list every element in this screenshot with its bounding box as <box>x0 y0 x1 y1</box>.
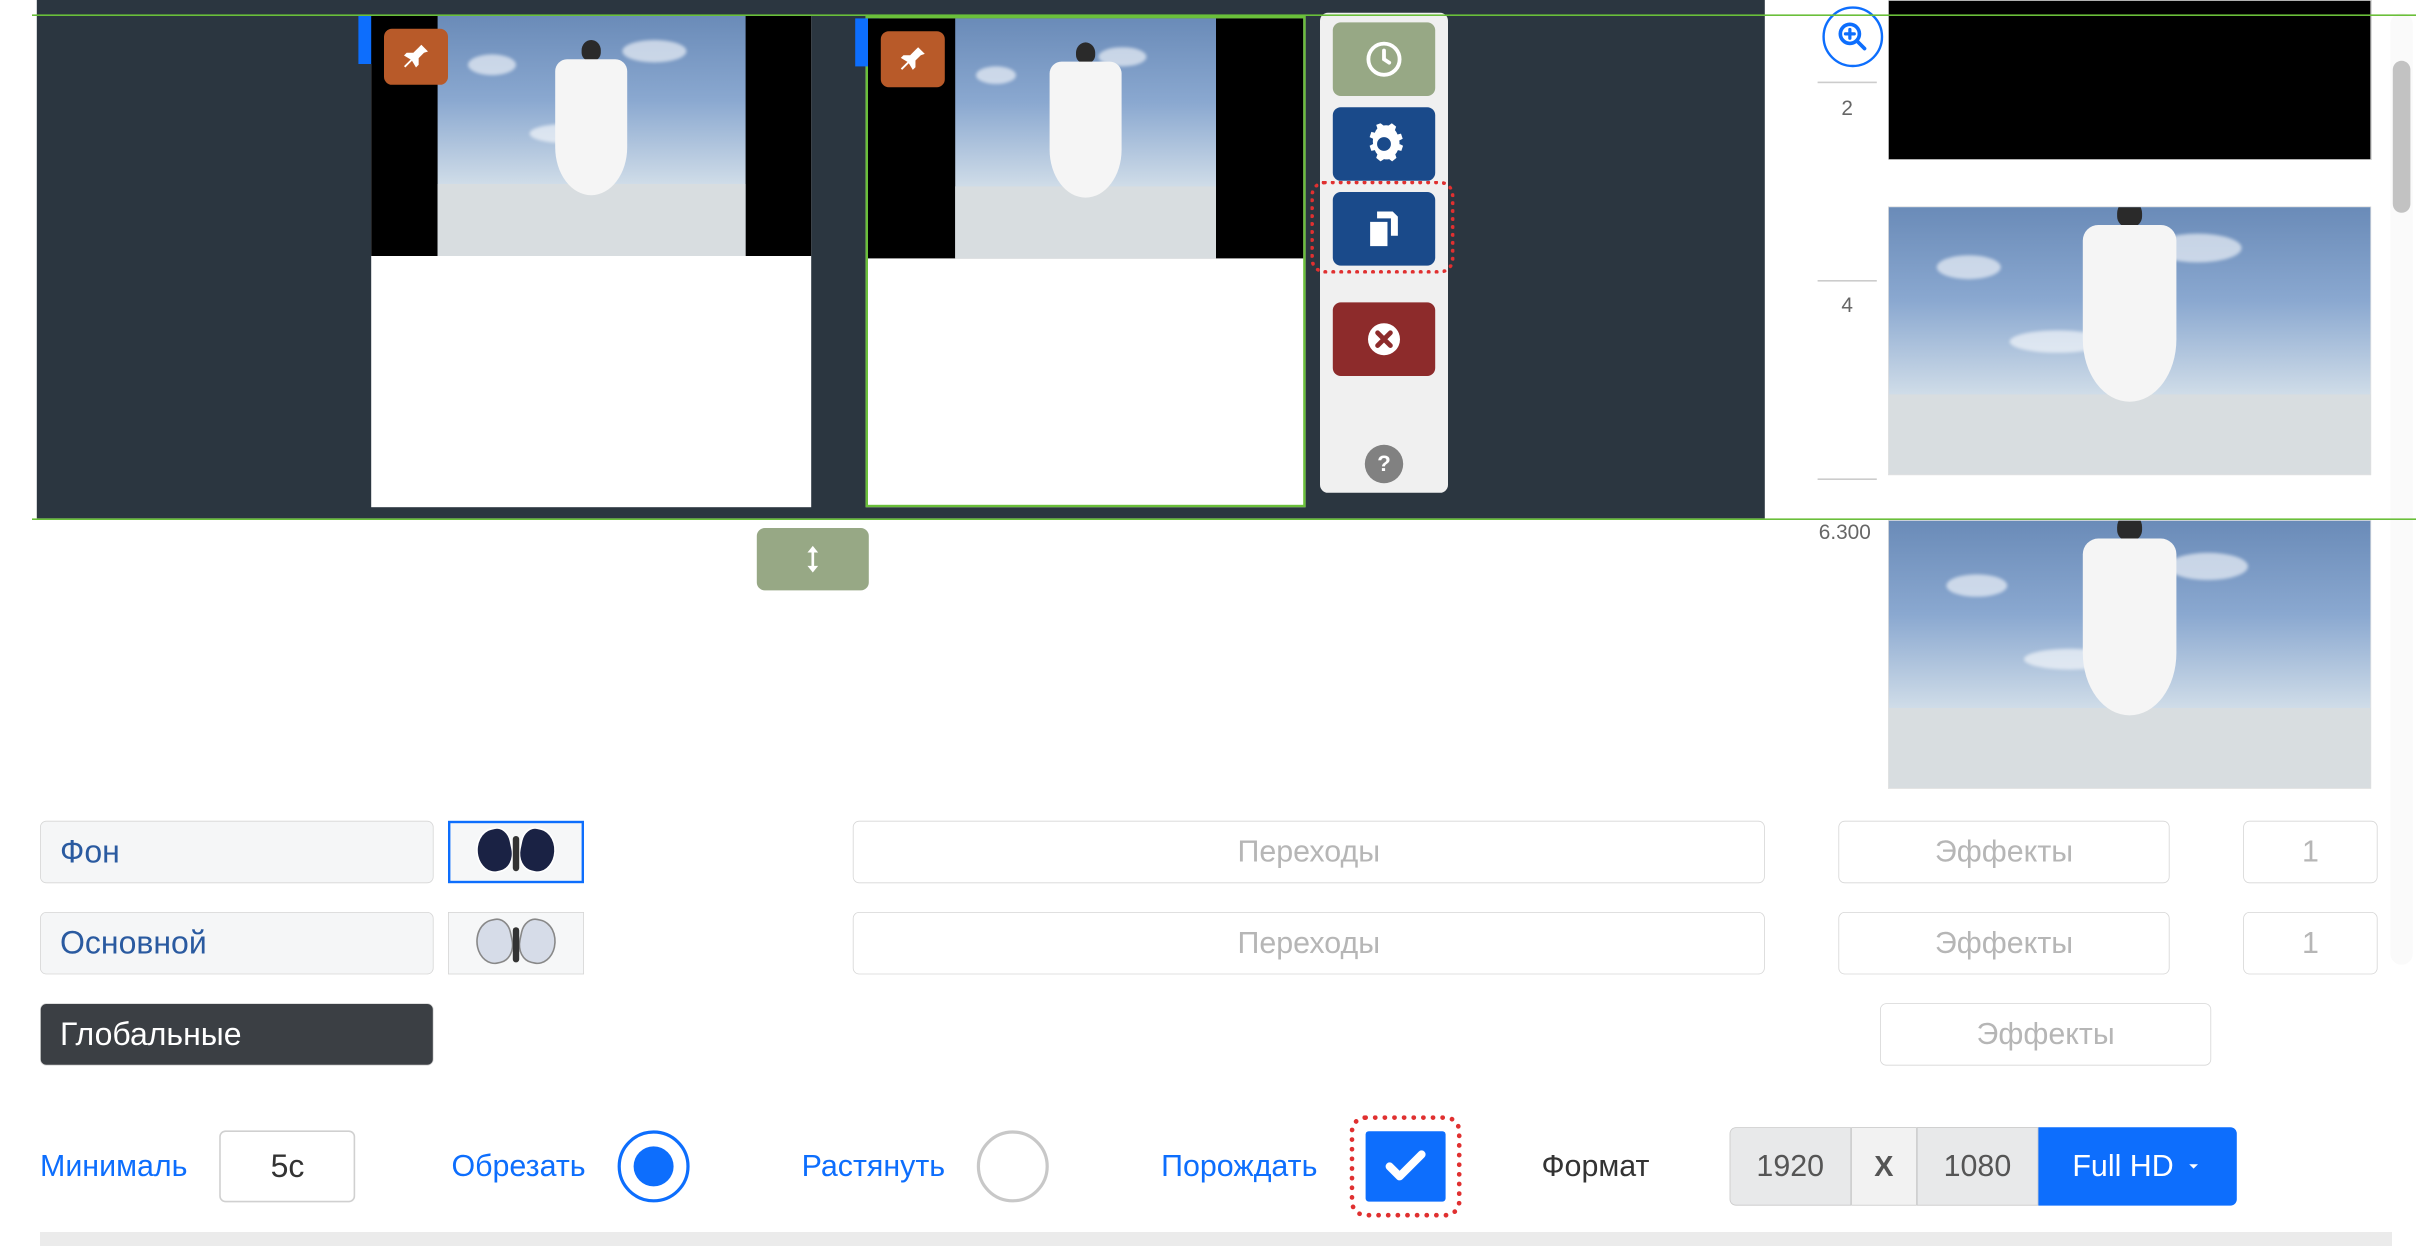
transitions-button-main[interactable]: Переходы <box>853 912 1765 974</box>
timeline-clip-1[interactable] <box>371 16 811 507</box>
track-resize-handle[interactable] <box>757 528 869 590</box>
selection-guide-bottom <box>32 518 2416 520</box>
effects-button-main[interactable]: Эффекты <box>1838 912 2169 974</box>
pin-button[interactable] <box>881 31 945 87</box>
clip-copy-button[interactable] <box>1333 192 1435 266</box>
timeline-tick <box>1818 82 1877 84</box>
spawn-label: Порождать <box>1161 1149 1317 1183</box>
arrows-vertical-icon <box>797 538 829 580</box>
transitions-button-bg[interactable]: Переходы <box>853 821 1765 883</box>
clip-tool-panel: ? <box>1320 13 1448 493</box>
height-input[interactable]: 1080 <box>1917 1127 2039 1205</box>
annotation-highlight-spawn <box>1349 1115 1461 1217</box>
format-separator: X <box>1851 1127 1917 1205</box>
format-label: Формат <box>1541 1149 1649 1183</box>
min-label: Минималь <box>40 1149 187 1183</box>
effects-button-global[interactable]: Эффекты <box>1880 1003 2211 1065</box>
format-group: 1920 X 1080 Full HD <box>1729 1127 2236 1205</box>
format-bar: Минималь 5с Обрезать Растянуть Порождать… <box>40 1118 2392 1214</box>
preview-frame-2[interactable] <box>1888 520 2371 789</box>
count-input-main[interactable]: 1 <box>2243 912 2377 974</box>
gear-icon <box>1363 123 1405 165</box>
pin-icon <box>897 43 929 75</box>
timeline-marker-4: 4 <box>1818 293 1877 318</box>
preview-frame-1[interactable] <box>1888 206 2371 475</box>
layer-main-button[interactable]: Основной <box>40 912 434 974</box>
close-circle-icon <box>1365 320 1403 358</box>
search-plus-icon <box>1835 19 1870 54</box>
layer-background-button[interactable]: Фон <box>40 821 434 883</box>
count-input-bg[interactable]: 1 <box>2243 821 2377 883</box>
copy-icon <box>1363 208 1405 250</box>
stretch-radio[interactable] <box>977 1130 1049 1202</box>
radio-dot-icon <box>634 1146 674 1186</box>
timeline-marker-6: 6.300 <box>1805 520 1885 545</box>
format-preset-label: Full HD <box>2072 1149 2173 1183</box>
pin-button[interactable] <box>384 29 448 85</box>
spawn-checkbox[interactable] <box>1365 1131 1445 1201</box>
clip-settings-button[interactable] <box>1333 107 1435 181</box>
layer-global-button[interactable]: Глобальные <box>40 1003 434 1065</box>
width-input[interactable]: 1920 <box>1729 1127 1851 1205</box>
effects-button-bg[interactable]: Эффекты <box>1838 821 2169 883</box>
format-preset-dropdown[interactable]: Full HD <box>2038 1127 2236 1205</box>
pin-icon <box>400 41 432 73</box>
clock-icon <box>1363 38 1405 80</box>
stretch-label: Растянуть <box>802 1149 946 1183</box>
selection-guide-top <box>32 14 2416 16</box>
timeline-tick <box>1818 280 1877 282</box>
scrollbar-thumb[interactable] <box>2393 61 2411 213</box>
check-icon <box>1377 1142 1433 1190</box>
timeline-clip-2-selected[interactable] <box>866 16 1306 507</box>
layer-bg-thumb[interactable] <box>448 821 584 883</box>
min-duration-input[interactable]: 5с <box>219 1130 355 1202</box>
timeline-tick <box>1818 478 1877 480</box>
caret-down-icon <box>2185 1158 2203 1176</box>
scrollbar-track[interactable] <box>2390 13 2412 965</box>
clip-delete-button[interactable] <box>1333 302 1435 376</box>
crop-radio[interactable] <box>618 1130 690 1202</box>
layer-main-thumb[interactable] <box>448 912 584 974</box>
preview-frame-0[interactable] <box>1888 0 2371 160</box>
timeline-marker-2: 2 <box>1818 96 1877 121</box>
clip-help-button[interactable]: ? <box>1365 445 1403 483</box>
crop-label: Обрезать <box>451 1149 585 1183</box>
bottom-divider <box>40 1232 2392 1246</box>
clip-time-button[interactable] <box>1333 22 1435 96</box>
